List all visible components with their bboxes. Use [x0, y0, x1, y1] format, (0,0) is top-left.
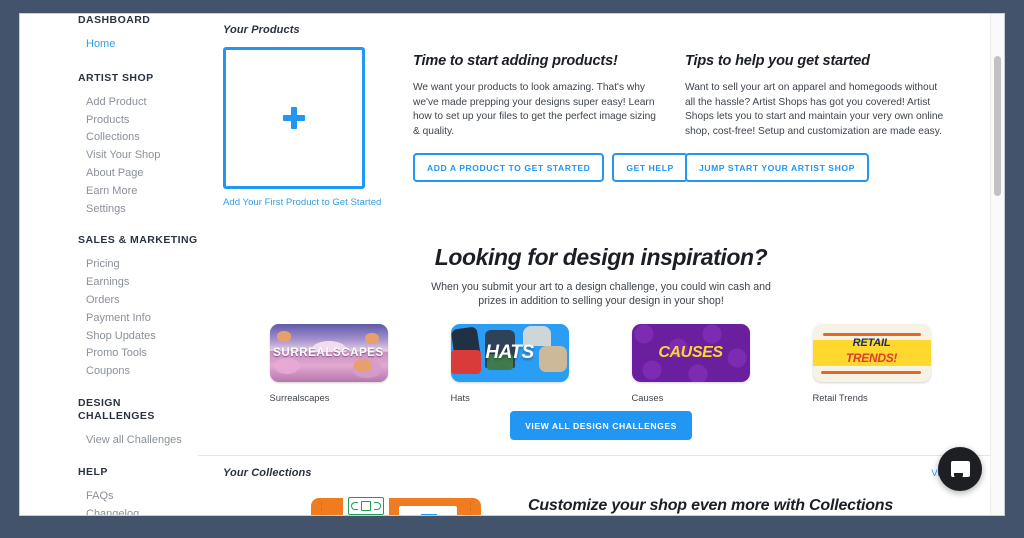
sidebar-item-earn-more[interactable]: Earn More	[20, 183, 198, 201]
add-product-to-get-started-button[interactable]: ADD A PRODUCT TO GET STARTED	[413, 153, 605, 183]
browser-viewport: DASHBOARD Home ARTIST SHOP Add Product P…	[20, 14, 1004, 515]
sidebar-item-coupons[interactable]: Coupons	[20, 363, 198, 381]
adding-products-title: Time to start adding products!	[413, 53, 618, 69]
surrealscapes-art-text: SURREALSCAPES	[273, 347, 384, 359]
nav-heading-dashboard: DASHBOARD	[78, 14, 151, 26]
nav-heading-artist-shop: ARTIST SHOP	[78, 71, 154, 84]
get-help-button[interactable]: GET HELP	[612, 153, 688, 183]
sidebar-item-faqs[interactable]: FAQs	[20, 488, 198, 506]
retail-trends-art-text-line2: TRENDS!	[845, 351, 898, 365]
scrollbar-thumb[interactable]	[994, 56, 1001, 196]
sidebar-item-payment-info[interactable]: Payment Info	[20, 310, 198, 328]
nav-group-artist-shop: ARTIST SHOP Add Product Products Collect…	[20, 72, 198, 219]
sidebar-item-changelog[interactable]: Changelog	[20, 506, 198, 515]
nav-group-dashboard: DASHBOARD Home	[20, 14, 198, 54]
retail-trends-art-text-line1: RETAIL	[852, 337, 891, 349]
design-challenge-causes[interactable]: CAUSES Causes	[631, 324, 752, 403]
page-scrollbar[interactable]	[990, 14, 1004, 515]
nav-group-help: HELP FAQs Changelog Creative Resources	[20, 466, 198, 515]
banknote-icon	[348, 497, 384, 515]
surrealscapes-label: Surrealscapes	[269, 392, 330, 403]
view-all-design-challenges-button[interactable]: VIEW ALL DESIGN CHALLENGES	[510, 411, 692, 440]
flag-icon	[421, 514, 437, 515]
collections-promo-title: Customize your shop even more with Colle…	[528, 497, 894, 514]
sidebar: DASHBOARD Home ARTIST SHOP Add Product P…	[20, 14, 198, 515]
your-collections-label: Your Collections	[223, 467, 312, 479]
sidebar-item-promo-tools[interactable]: Promo Tools	[20, 345, 198, 363]
chat-launcher-button[interactable]	[938, 447, 982, 491]
view-all-challenges-wrap: VIEW ALL DESIGN CHALLENGES	[198, 411, 1004, 440]
nav-group-design-challenges: DESIGN CHALLENGES View all Challenges	[20, 397, 198, 450]
sidebar-item-earnings[interactable]: Earnings	[20, 274, 198, 292]
jump-start-artist-shop-button[interactable]: JUMP START YOUR ARTIST SHOP	[685, 153, 869, 183]
tips-body: Want to sell your art on apparel and hom…	[685, 82, 944, 137]
design-challenge-list: SURREALSCAPES Surrealscapes HATS Hats CA…	[198, 324, 1004, 403]
nav-heading-sales-marketing: SALES & MARKETING	[78, 234, 198, 247]
design-challenge-retail-trends[interactable]: RETAIL TRENDS! Retail Trends	[812, 324, 933, 403]
sidebar-item-home[interactable]: Home	[20, 36, 198, 54]
collections-promo-text: Customize your shop even more with Colle…	[528, 496, 974, 515]
nav-group-sales-marketing: SALES & MARKETING Pricing Earnings Order…	[20, 234, 198, 381]
add-first-product-link[interactable]: Add Your First Product to Get Started	[223, 197, 388, 209]
sidebar-item-products[interactable]: Products	[20, 112, 198, 130]
dashboard-top-row: Your Products Add Your First Product to …	[223, 24, 974, 224]
hats-art-text: HATS	[485, 342, 534, 363]
causes-thumbnail: CAUSES	[631, 324, 750, 382]
surrealscapes-thumbnail: SURREALSCAPES	[269, 324, 388, 382]
design-challenge-hats[interactable]: HATS Hats	[450, 324, 571, 403]
adding-products-buttons: ADD A PRODUCT TO GET STARTED GET HELP	[413, 153, 688, 183]
design-inspiration-section: Looking for design inspiration? When you…	[198, 242, 1004, 309]
add-product-placeholder[interactable]	[223, 47, 365, 189]
causes-label: Causes	[631, 392, 664, 403]
hats-label: Hats	[450, 392, 470, 403]
causes-art-text: CAUSES	[658, 344, 723, 361]
sidebar-item-pricing[interactable]: Pricing	[20, 256, 198, 274]
retail-trends-thumbnail: RETAIL TRENDS!	[812, 324, 931, 382]
tips-card: Tips to help you get started Want to sel…	[685, 24, 947, 183]
tips-buttons: JUMP START YOUR ARTIST SHOP	[685, 153, 947, 183]
your-products-label: Your Products	[223, 24, 300, 36]
sidebar-item-orders[interactable]: Orders	[20, 292, 198, 310]
flag-card	[399, 506, 457, 515]
tips-title: Tips to help you get started	[685, 53, 870, 69]
banknote-card	[343, 492, 389, 515]
retail-trends-label: Retail Trends	[812, 392, 868, 403]
sidebar-item-add-product[interactable]: Add Product	[20, 94, 198, 112]
hats-thumbnail: HATS	[450, 324, 569, 382]
main-content: Your Products Add Your First Product to …	[198, 14, 1004, 515]
nav-heading-design-challenges: DESIGN CHALLENGES	[78, 396, 155, 422]
sidebar-item-shop-updates[interactable]: Shop Updates	[20, 328, 198, 346]
plus-icon	[283, 107, 305, 129]
sidebar-item-visit-your-shop[interactable]: Visit Your Shop	[20, 147, 198, 165]
design-challenge-surrealscapes[interactable]: SURREALSCAPES Surrealscapes	[269, 324, 390, 403]
sidebar-item-view-all-challenges[interactable]: View all Challenges	[20, 432, 198, 450]
sidebar-item-settings[interactable]: Settings	[20, 201, 198, 219]
adding-products-card: Time to start adding products! We want y…	[413, 24, 688, 183]
collections-promo: Customize your shop even more with Colle…	[223, 492, 974, 515]
chat-bubble-icon	[950, 461, 970, 478]
adding-products-body: We want your products to look amazing. T…	[413, 82, 656, 137]
inspiration-title: Looking for design inspiration?	[434, 244, 768, 270]
sidebar-item-collections[interactable]: Collections	[20, 129, 198, 147]
inspiration-subtitle: When you submit your art to a design cha…	[431, 281, 771, 308]
your-products-section: Your Products Add Your First Product to …	[223, 24, 388, 209]
collections-illustration	[311, 492, 481, 515]
nav-heading-help: HELP	[78, 465, 108, 478]
collections-divider	[198, 455, 1004, 456]
sidebar-item-about-page[interactable]: About Page	[20, 165, 198, 183]
